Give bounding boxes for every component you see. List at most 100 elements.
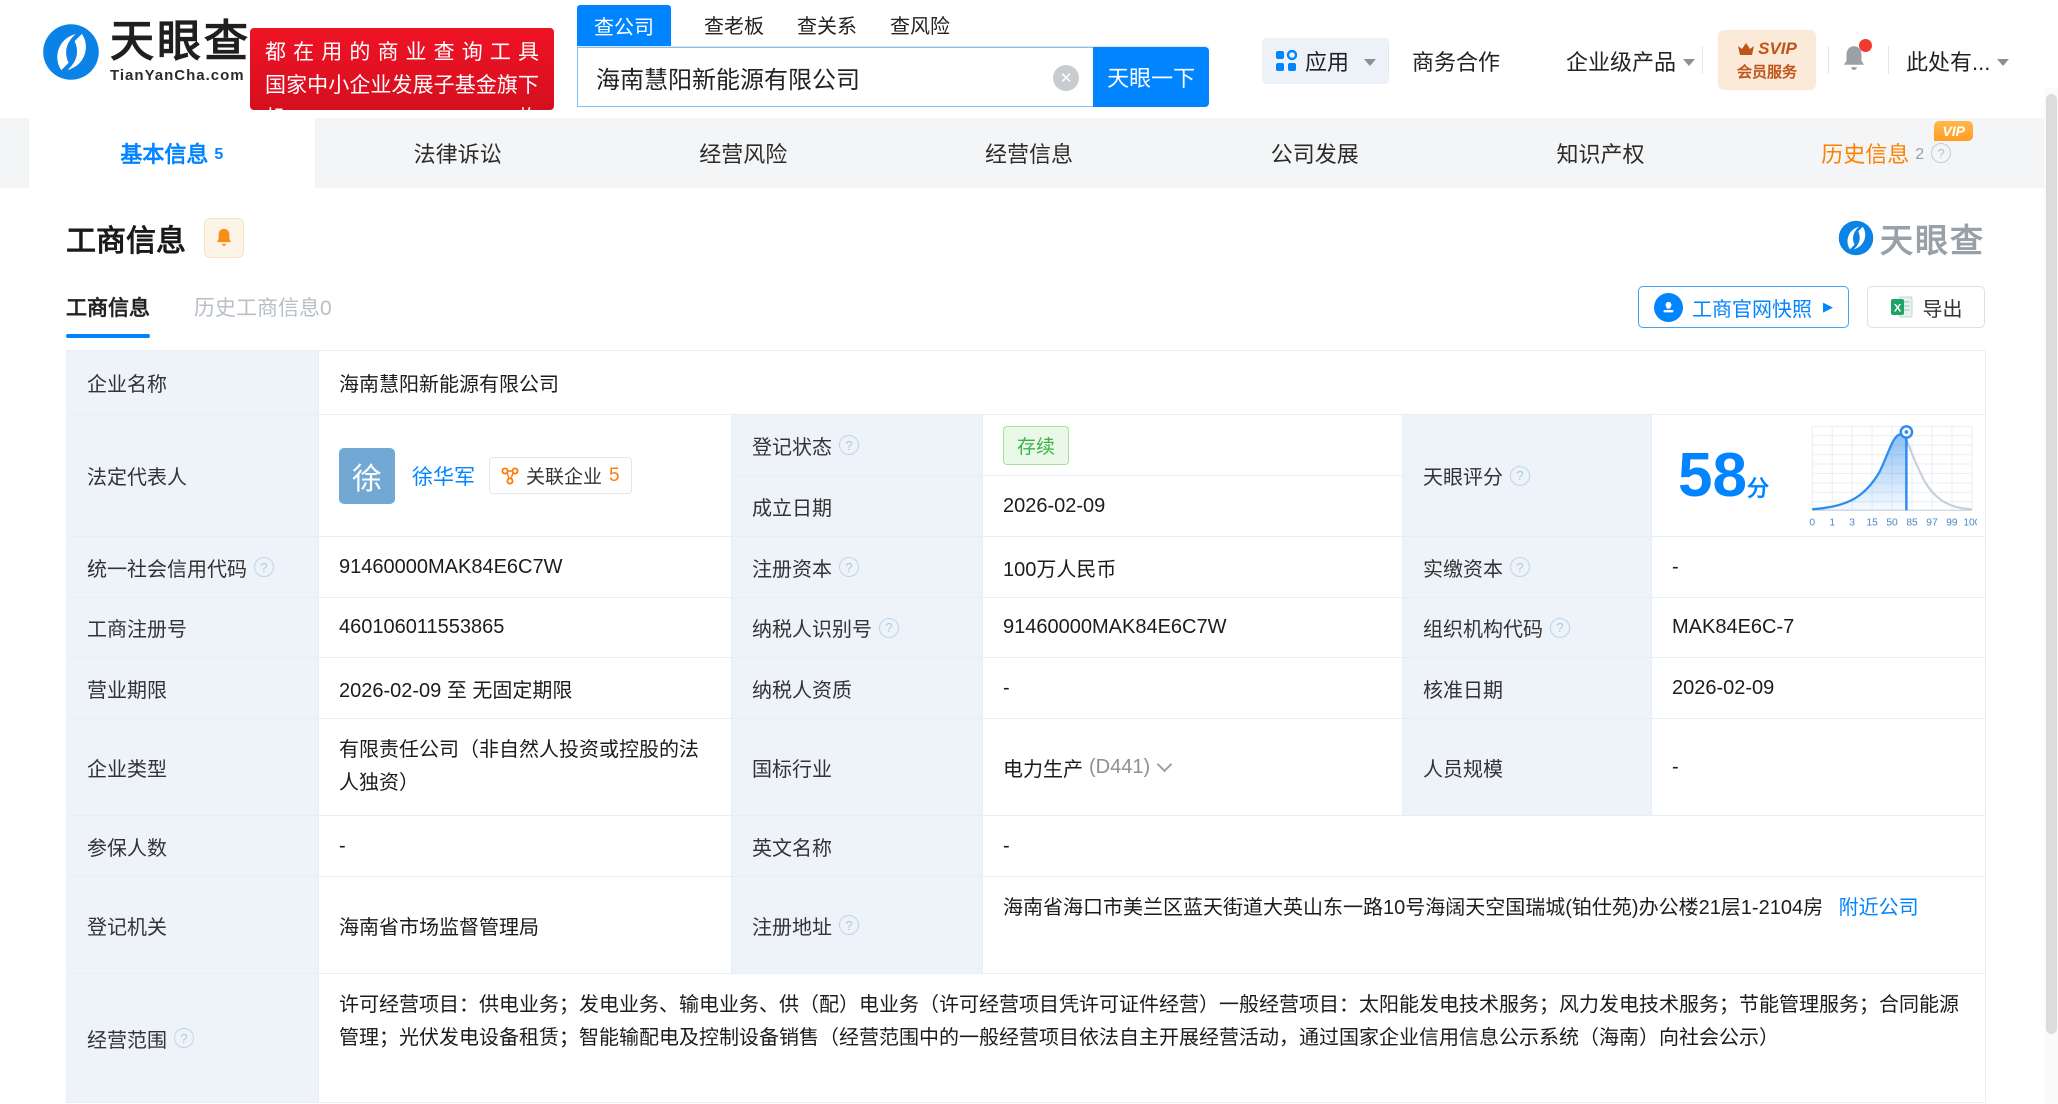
field-value-credit-code: 91460000MAK84E6C7W [319,537,732,598]
field-label-reg-address: 注册地址? [732,877,983,974]
notification-bell-icon[interactable] [1840,39,1872,79]
svg-text:0: 0 [1809,517,1815,528]
promo-banner: 都在用的商业查询工具 国家中小企业发展子基金旗下机构 [250,28,554,130]
related-label: 关联企业 [526,467,603,488]
field-label-taxpayer-quality: 纳税人资质 [732,658,983,719]
search-input[interactable] [578,63,1018,91]
tab-operation-risk[interactable]: 经营风险 [600,118,886,188]
search-input-wrap: ✕ [577,47,1094,107]
field-value-reg-capital: 100万人民币 [983,537,1403,598]
tab-label: 历史信息 [1821,142,1910,167]
legal-rep-link[interactable]: 徐华军 [412,461,475,491]
subtab-history-business-info[interactable]: 历史工商信息0 [194,292,332,322]
tab-label: 法律诉讼 [413,142,502,167]
field-value-business-term: 2026-02-09 至 无固定期限 [319,658,732,719]
tianyancha-logo[interactable]: 天眼查 TianYanCha.com [42,20,251,83]
svg-text:50: 50 [1886,517,1898,528]
field-label-credit-code: 统一社会信用代码? [67,537,319,598]
field-value-staff-size: - [1652,719,1986,816]
search-tab-risk[interactable]: 查风险 [890,10,950,46]
help-icon[interactable]: ? [839,435,859,455]
svip-label: SVIP [1737,39,1797,59]
field-value-company-name: 海南慧阳新能源有限公司 [319,351,1986,415]
svg-text:X: X [1893,303,1901,315]
field-label-business-scope: 经营范围? [67,974,319,1103]
score-distribution-chart: 0 1 3 15 50 85 97 99 100 [1809,424,1977,528]
tab-legal[interactable]: 法律诉讼 [315,118,601,188]
nav-user-menu[interactable]: 此处有... [1906,38,2010,84]
field-value-legal-rep: 徐 徐华军 关联企业 5 [319,415,732,537]
search-tab-company[interactable]: 查公司 [577,5,671,46]
tab-label: 基本信息 [120,142,209,167]
help-icon[interactable]: ? [1550,617,1570,638]
field-value-industry[interactable]: 电力生产 (D441) [983,719,1403,816]
help-icon[interactable]: ? [839,915,859,935]
help-icon[interactable]: ? [1931,143,1952,163]
help-icon[interactable]: ? [174,1028,194,1048]
field-value-company-type: 有限责任公司（非自然人投资或控股的法人独资） [319,719,732,816]
help-icon[interactable]: ? [1510,557,1530,577]
nav-cooperation[interactable]: 商务合作 [1412,38,1500,84]
score-value: 58 [1678,440,1747,510]
search-button[interactable]: 天眼一下 [1093,47,1209,107]
scrollbar[interactable] [2044,88,2058,1104]
field-value-score[interactable]: 58分 0 1 3 15 50 85 97 99 10 [1652,415,1986,537]
related-network-icon [501,467,519,484]
subtab-business-info[interactable]: 工商信息 [66,292,150,338]
search-tab-boss[interactable]: 查老板 [704,10,764,46]
help-icon[interactable]: ? [1510,465,1530,486]
field-label-taxpayer-id: 纳税人识别号? [732,598,983,658]
tab-label: 知识产权 [1556,142,1645,167]
svg-text:100: 100 [1963,517,1977,528]
help-icon[interactable]: ? [879,617,899,638]
nearby-companies-link[interactable]: 附近公司 [1839,897,1919,919]
logo-swirl-icon [1838,220,1874,256]
tab-operation-info[interactable]: 经营信息 [886,118,1172,188]
chevron-down-icon [1364,59,1377,66]
field-label-company-type: 企业类型 [67,719,319,816]
chevron-down-icon[interactable] [1156,756,1173,772]
related-count: 5 [609,464,620,486]
field-value-insured-count: - [319,816,732,877]
tab-count: 5 [214,146,224,163]
field-label-paid-capital: 实缴资本? [1403,537,1652,598]
field-value-org-code: MAK84E6C-7 [1652,598,1986,658]
industry-value: 电力生产 [1003,758,1083,781]
field-label-reg-status: 登记状态? [732,415,983,476]
scrollbar-thumb[interactable] [2046,94,2057,1034]
nav-apps-button[interactable]: 应用 [1262,38,1390,84]
field-value-reg-number: 460106011553865 [319,598,732,658]
tab-intellectual-property[interactable]: 知识产权 [1458,118,1744,188]
score-unit: 分 [1746,475,1769,501]
tab-history-info[interactable]: VIP 历史信息 2 ? [1743,118,2029,188]
tab-basic-info[interactable]: 基本信息 5 [29,118,315,188]
avatar[interactable]: 徐 [339,447,395,504]
nav-enterprise-label: 企业级产品 [1566,50,1677,75]
help-icon[interactable]: ? [254,557,274,577]
address-text: 海南省海口市美兰区蓝天街道大英山东一路10号海阔天空国瑞城(铂仕苑)办公楼21层… [1003,897,1824,919]
svg-text:99: 99 [1946,517,1958,528]
clear-search-icon[interactable]: ✕ [1053,65,1080,91]
field-label-reg-authority: 登记机关 [67,877,319,974]
field-label-staff-size: 人员规模 [1403,719,1652,816]
official-snapshot-button[interactable]: 工商官网快照 ▶ [1638,286,1849,328]
help-icon[interactable]: ? [839,557,859,577]
field-value-reg-status: 存续 [983,415,1403,476]
field-label-business-term: 营业期限 [67,658,319,719]
svg-text:85: 85 [1906,517,1918,528]
svip-member-button[interactable]: SVIP 会员服务 [1718,30,1816,90]
search-tab-relation[interactable]: 查关系 [797,10,857,46]
nav-enterprise[interactable]: 企业级产品 [1566,38,1696,84]
export-button[interactable]: X 导出 [1867,286,1985,328]
nav-divider [1702,46,1703,74]
svg-text:1: 1 [1829,517,1835,528]
snapshot-label: 工商官网快照 [1692,298,1812,321]
tab-company-development[interactable]: 公司发展 [1172,118,1458,188]
promo-line1: 都在用的商业查询工具 [265,41,539,64]
subscribe-bell-button[interactable] [204,218,244,258]
related-companies-badge[interactable]: 关联企业 5 [489,457,632,494]
bell-icon [216,228,232,246]
apps-grid-icon [1276,50,1297,71]
nav-user-label: 此处有... [1906,50,1991,75]
notification-dot [1859,39,1872,52]
